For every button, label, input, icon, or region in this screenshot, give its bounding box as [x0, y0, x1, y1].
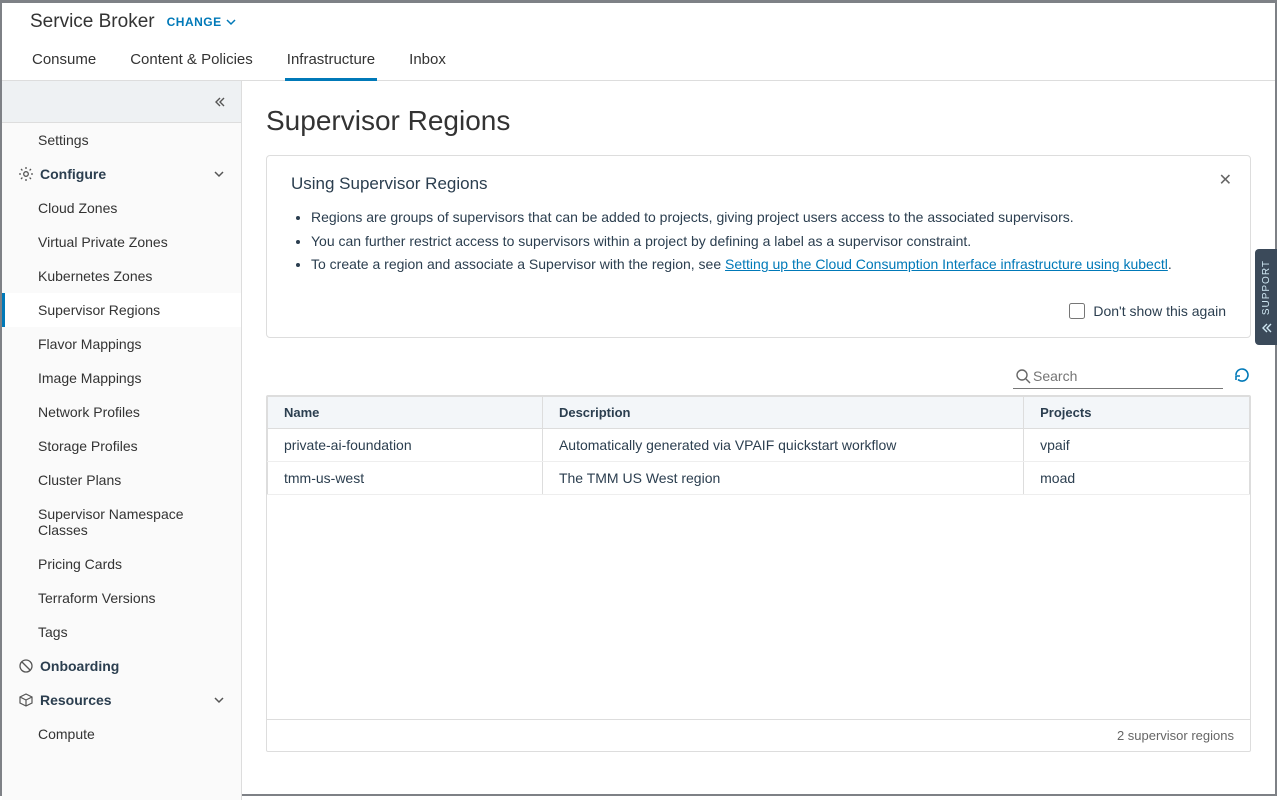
- sidebar-item-tags[interactable]: Tags: [2, 615, 241, 649]
- app-title: Service Broker: [30, 11, 155, 33]
- grid-footer: 2 supervisor regions: [267, 719, 1250, 751]
- regions-grid: Name Description Projects private-ai-fou…: [266, 395, 1251, 752]
- top-bar: Service Broker CHANGE: [2, 3, 1275, 33]
- change-dropdown[interactable]: CHANGE: [167, 15, 236, 29]
- sidebar: Settings Configure Cloud Zones Virtual P…: [2, 81, 242, 800]
- sidebar-item-pricing-cards[interactable]: Pricing Cards: [2, 547, 241, 581]
- sidebar-item-kubernetes-zones[interactable]: Kubernetes Zones: [2, 259, 241, 293]
- sidebar-item-cloud-zones[interactable]: Cloud Zones: [2, 191, 241, 225]
- info-bullet-suffix: .: [1168, 256, 1172, 272]
- info-bullet: You can further restrict access to super…: [311, 232, 1226, 252]
- cell-description: The TMM US West region: [542, 461, 1023, 494]
- page-title: Supervisor Regions: [266, 105, 1251, 137]
- sidebar-section-onboarding[interactable]: Onboarding: [2, 649, 241, 683]
- sidebar-item-cluster-plans[interactable]: Cluster Plans: [2, 463, 241, 497]
- close-button[interactable]: ✕: [1219, 170, 1232, 190]
- sidebar-item-network-profiles[interactable]: Network Profiles: [2, 395, 241, 429]
- table-header-row: Name Description Projects: [268, 396, 1250, 428]
- configure-label: Configure: [40, 166, 106, 182]
- sidebar-section-configure[interactable]: Configure: [2, 157, 241, 191]
- cell-name: private-ai-foundation: [268, 429, 543, 462]
- cell-projects: vpaif: [1024, 429, 1250, 462]
- sidebar-item-virtual-private-zones[interactable]: Virtual Private Zones: [2, 225, 241, 259]
- search-wrap: [1013, 364, 1223, 389]
- refresh-button[interactable]: [1233, 366, 1251, 387]
- cell-description: Automatically generated via VPAIF quicks…: [542, 429, 1023, 462]
- sidebar-item-terraform-versions[interactable]: Terraform Versions: [2, 581, 241, 615]
- info-card: ✕ Using Supervisor Regions Regions are g…: [266, 155, 1251, 338]
- tab-inbox[interactable]: Inbox: [407, 45, 448, 80]
- cube-icon: [18, 692, 34, 708]
- table-toolbar: [266, 364, 1251, 389]
- info-link[interactable]: Setting up the Cloud Consumption Interfa…: [725, 256, 1168, 272]
- sidebar-item-supervisor-regions[interactable]: Supervisor Regions: [2, 293, 241, 327]
- double-chevron-left-icon: [1260, 322, 1272, 334]
- support-label: SUPPORT: [1261, 260, 1272, 315]
- change-label: CHANGE: [167, 15, 222, 29]
- info-bullet-prefix: To create a region and associate a Super…: [311, 256, 725, 272]
- dont-show-label[interactable]: Don't show this again: [1093, 303, 1226, 319]
- cell-projects: moad: [1024, 461, 1250, 494]
- table-row[interactable]: tmm-us-west The TMM US West region moad: [268, 461, 1250, 494]
- double-chevron-left-icon: [213, 95, 227, 109]
- support-tab[interactable]: SUPPORT: [1255, 249, 1277, 345]
- chevron-down-icon: [213, 694, 225, 706]
- search-icon: [1015, 368, 1031, 384]
- tab-infrastructure[interactable]: Infrastructure: [285, 45, 377, 81]
- col-projects[interactable]: Projects: [1024, 396, 1250, 428]
- main-tabs: Consume Content & Policies Infrastructur…: [2, 33, 1275, 81]
- dont-show-checkbox[interactable]: [1069, 303, 1085, 319]
- info-bullet: To create a region and associate a Super…: [311, 255, 1226, 275]
- sidebar-item-storage-profiles[interactable]: Storage Profiles: [2, 429, 241, 463]
- cell-name: tmm-us-west: [268, 461, 543, 494]
- info-title: Using Supervisor Regions: [291, 174, 1226, 194]
- tab-consume[interactable]: Consume: [30, 45, 98, 80]
- table-row[interactable]: private-ai-foundation Automatically gene…: [268, 429, 1250, 462]
- col-name[interactable]: Name: [268, 396, 543, 428]
- search-input[interactable]: [1031, 366, 1221, 386]
- sidebar-item-flavor-mappings[interactable]: Flavor Mappings: [2, 327, 241, 361]
- main-content: Supervisor Regions ✕ Using Supervisor Re…: [242, 81, 1275, 800]
- resources-label: Resources: [40, 692, 112, 708]
- gear-icon: [18, 166, 34, 182]
- chevron-down-icon: [222, 17, 236, 27]
- tab-content-policies[interactable]: Content & Policies: [128, 45, 255, 80]
- col-description[interactable]: Description: [542, 396, 1023, 428]
- sidebar-section-resources[interactable]: Resources: [2, 683, 241, 717]
- chevron-down-icon: [213, 168, 225, 180]
- compass-icon: [18, 658, 34, 674]
- sidebar-item-image-mappings[interactable]: Image Mappings: [2, 361, 241, 395]
- refresh-icon: [1233, 366, 1251, 384]
- sidebar-item-settings[interactable]: Settings: [2, 123, 241, 157]
- sidebar-item-compute[interactable]: Compute: [2, 717, 241, 751]
- info-bullet: Regions are groups of supervisors that c…: [311, 208, 1226, 228]
- close-icon: ✕: [1219, 170, 1232, 190]
- onboarding-label: Onboarding: [40, 658, 119, 674]
- sidebar-collapse-button[interactable]: [2, 81, 241, 123]
- sidebar-item-supervisor-namespace-classes[interactable]: Supervisor Namespace Classes: [2, 497, 241, 547]
